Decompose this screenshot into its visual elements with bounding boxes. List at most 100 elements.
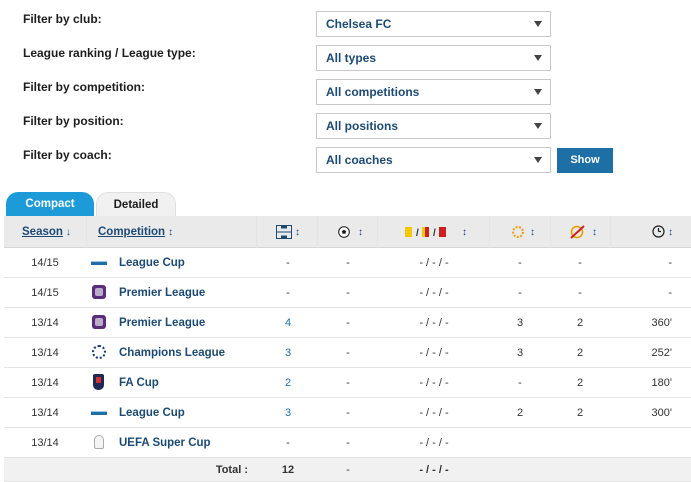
competition-link[interactable]: Champions League — [119, 338, 259, 368]
appearances-column-header[interactable]: ↕ — [276, 216, 300, 248]
table-row: 13/14 Champions League 3 - - / - / - 3 2… — [4, 338, 691, 368]
competition-link[interactable]: UEFA Super Cup — [119, 428, 259, 458]
competition-link[interactable]: League Cup — [119, 398, 259, 428]
season-column-header[interactable]: Season ↓ — [22, 216, 71, 248]
league-type-select-value: All types — [326, 51, 377, 65]
champions-league-logo — [88, 338, 112, 368]
premier-league-logo — [88, 278, 112, 308]
minutes-cell: - — [668, 287, 672, 299]
filter-league-type-label: League ranking / League type: — [23, 46, 196, 60]
coach-select-value: All coaches — [326, 153, 393, 167]
appearances-link[interactable]: 4 — [258, 308, 318, 338]
tab-compact[interactable]: Compact — [6, 192, 94, 216]
sort-icon: ↕ — [168, 227, 174, 238]
chevron-down-icon — [534, 157, 542, 163]
appearances-cell: - — [286, 257, 290, 269]
minutes-column-header[interactable]: ↕ — [652, 216, 673, 248]
cards-icon: / / — [405, 226, 446, 238]
filter-panel: Filter by club: Chelsea FC League rankin… — [0, 0, 691, 190]
premier-league-logo — [88, 308, 112, 338]
position-select-value: All positions — [326, 119, 398, 133]
table-row: 13/14 FA Cup 2 - - / - / - - 2 180' — [4, 368, 691, 398]
sub-on-cell: 3 — [516, 347, 524, 359]
appearances-link[interactable]: 2 — [258, 368, 318, 398]
filter-club-label: Filter by club: — [23, 12, 102, 26]
sub-on-cell — [490, 428, 550, 458]
competition-link[interactable]: Premier League — [119, 308, 259, 338]
sub-off-cell: - — [578, 257, 582, 269]
competition-link[interactable]: FA Cup — [119, 368, 259, 398]
cards-cell: - / - / - — [419, 407, 449, 419]
sub-on-cell: - — [518, 287, 522, 299]
clock-icon — [652, 225, 665, 239]
competition-header-label: Competition — [98, 226, 166, 238]
season-header-label: Season — [22, 226, 63, 238]
substituted-on-icon — [512, 225, 524, 238]
goals-cell: - — [346, 317, 350, 329]
appearances-link[interactable]: 3 — [258, 398, 318, 428]
sort-icon: ↕ — [295, 227, 300, 238]
competition-select[interactable]: All competitions — [316, 79, 551, 105]
goals-cell: - — [346, 287, 350, 299]
filter-league-type-row: League ranking / League type: All types — [0, 42, 691, 71]
appearances-link[interactable]: 3 — [258, 338, 318, 368]
total-cards: - / - / - — [419, 464, 449, 476]
goals-cell: - — [346, 407, 350, 419]
minutes-cell: 252' — [651, 347, 672, 359]
tab-detailed[interactable]: Detailed — [96, 192, 176, 216]
club-select[interactable]: Chelsea FC — [316, 11, 551, 37]
season-cell: 14/15 — [31, 257, 59, 269]
cards-cell: - / - / - — [419, 287, 449, 299]
goals-cell: - — [346, 377, 350, 389]
fa-cup-logo — [88, 368, 112, 398]
coach-select[interactable]: All coaches — [316, 147, 551, 173]
substituted-off-icon — [570, 225, 585, 239]
appearances-cell: - — [286, 437, 290, 449]
competition-column-header[interactable]: Competition ↕ — [98, 216, 173, 248]
goals-cell: - — [346, 257, 350, 269]
goals-column-header[interactable]: ↕ — [338, 216, 363, 248]
sort-icon: ↕ — [530, 227, 535, 238]
league-cup-logo — [88, 248, 112, 278]
league-type-select[interactable]: All types — [316, 45, 551, 71]
table-row: 13/14 League Cup 3 - - / - / - 2 2 300' — [4, 398, 691, 428]
total-label: Total : — [215, 464, 248, 476]
cards-cell: - / - / - — [419, 437, 449, 449]
chevron-down-icon — [534, 123, 542, 129]
competition-link[interactable]: League Cup — [119, 248, 259, 278]
sub-off-column-header[interactable]: ↕ — [570, 216, 597, 248]
sort-icon: ↕ — [358, 227, 363, 238]
minutes-cell: 300' — [651, 407, 672, 419]
uefa-super-cup-logo — [88, 428, 112, 458]
competition-link[interactable]: Premier League — [119, 278, 259, 308]
appearances-cell: - — [286, 287, 290, 299]
season-cell: 13/14 — [31, 347, 59, 359]
goals-cell: - — [346, 437, 350, 449]
season-cell: 13/14 — [31, 407, 59, 419]
season-cell: 13/14 — [31, 377, 59, 389]
svg-text:/: / — [416, 228, 419, 238]
view-tabs: Compact Detailed — [4, 192, 680, 216]
sub-off-cell: - — [578, 287, 582, 299]
minutes-cell: - — [668, 257, 672, 269]
sub-off-cell: 2 — [576, 317, 584, 329]
sub-off-cell: 2 — [576, 347, 584, 359]
ball-icon — [338, 226, 350, 238]
filter-competition-row: Filter by competition: All competitions — [0, 76, 691, 105]
sub-on-cell: 2 — [516, 407, 524, 419]
show-button[interactable]: Show — [557, 148, 613, 173]
filter-club-row: Filter by club: Chelsea FC — [0, 8, 691, 37]
sub-on-column-header[interactable]: ↕ — [512, 216, 535, 248]
cards-cell: - / - / - — [419, 377, 449, 389]
goals-cell: - — [346, 347, 350, 359]
sub-off-cell — [550, 428, 610, 458]
chevron-down-icon — [534, 55, 542, 61]
cards-column-header[interactable]: / / ↕ — [404, 216, 467, 248]
position-select[interactable]: All positions — [316, 113, 551, 139]
season-cell: 14/15 — [31, 287, 59, 299]
table-row: 13/14 Premier League 4 - - / - / - 3 2 3… — [4, 308, 691, 338]
cards-cell: - / - / - — [419, 257, 449, 269]
sub-on-cell: 3 — [516, 317, 524, 329]
table-row: 13/14 UEFA Super Cup - - - / - / - — [4, 428, 691, 458]
total-row: Total : 12 - - / - / - — [4, 458, 691, 482]
